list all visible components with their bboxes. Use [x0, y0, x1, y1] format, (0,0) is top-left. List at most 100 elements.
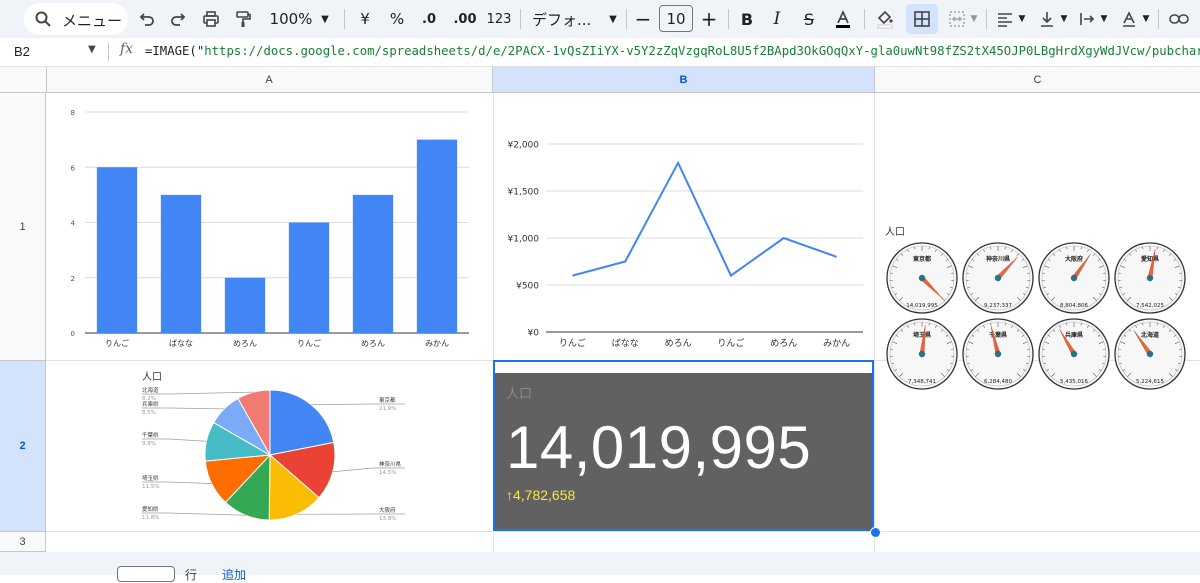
- x-tick-label: めろん: [361, 339, 385, 348]
- gauge-label: 神奈川県: [986, 255, 1010, 263]
- gauge-label: 兵庫県: [1065, 331, 1083, 339]
- gauge-label: 埼玉県: [913, 331, 931, 339]
- percent-label: %: [390, 10, 404, 28]
- font-size-input[interactable]: 10: [659, 5, 693, 32]
- undo-icon[interactable]: [132, 0, 162, 38]
- slice-percent: 9.8%: [142, 441, 156, 447]
- menu-label: メニュー: [62, 10, 122, 31]
- gauge-chart-title: 人口: [885, 223, 905, 238]
- bar-chart[interactable]: 02468りんごばななめろんりんごめろんみかん: [47, 94, 492, 359]
- fill-color-icon[interactable]: [872, 0, 898, 38]
- number-format-button[interactable]: 123: [484, 0, 514, 38]
- x-tick-label: ばなな: [612, 338, 639, 349]
- gauge-value: 8,804,806: [1060, 303, 1088, 309]
- row-label: 2: [19, 440, 25, 452]
- font-size-decrease-button[interactable]: −: [630, 0, 656, 38]
- text-wrap-icon[interactable]: [1076, 0, 1098, 38]
- column-header-b[interactable]: B: [493, 67, 875, 92]
- y-tick-label: 8: [71, 109, 75, 117]
- slice-label: 東京都: [379, 396, 396, 404]
- line-chart[interactable]: ¥0¥500¥1,000¥1,500¥2,000りんごばななめろんりんごめろんみ…: [494, 94, 873, 359]
- align-left-icon[interactable]: [994, 0, 1016, 38]
- selection-fill-handle[interactable]: [870, 527, 881, 538]
- bar: [161, 195, 201, 333]
- column-header-c[interactable]: C: [875, 67, 1200, 92]
- y-tick-label: ¥2,000: [508, 141, 540, 151]
- slice-label: 愛知県: [142, 505, 159, 513]
- font-family-value: デフォ...: [532, 9, 591, 30]
- redo-icon[interactable]: [163, 0, 193, 38]
- y-tick-label: ¥1,000: [508, 235, 540, 245]
- column-header-a[interactable]: A: [46, 67, 493, 92]
- bar: [97, 167, 137, 333]
- chevron-down-icon[interactable]: ▼: [1016, 0, 1028, 38]
- column-headers: A B C: [0, 67, 1200, 93]
- y-tick-label: 0: [71, 330, 75, 338]
- y-tick-label: 4: [71, 220, 76, 228]
- formula-bar: B2 ▼ fx =IMAGE("https://docs.google.com/…: [0, 38, 1200, 67]
- x-tick-label: めろん: [665, 338, 692, 349]
- paint-format-icon[interactable]: [228, 0, 258, 38]
- percent-format-button[interactable]: %: [384, 0, 410, 38]
- gauge-hub: [995, 275, 1001, 281]
- select-all-corner[interactable]: [0, 67, 47, 92]
- y-tick-label: ¥500: [516, 282, 539, 292]
- column-label: A: [265, 74, 272, 86]
- bold-icon[interactable]: B: [734, 0, 760, 38]
- gauge-hub: [995, 351, 1001, 357]
- menu-search-button[interactable]: メニュー: [24, 3, 128, 35]
- row-header-1[interactable]: 1: [0, 93, 46, 361]
- chevron-down-icon[interactable]: ▼: [318, 0, 332, 38]
- gauge-label: 愛知県: [1141, 255, 1159, 263]
- x-tick-label: ばなな: [169, 339, 193, 348]
- currency-format-button[interactable]: ¥: [352, 0, 378, 38]
- formula-url: https://docs.google.com/spreadsheets/d/e…: [204, 44, 1200, 58]
- leader-line: [142, 392, 253, 394]
- decimal-decrease-button[interactable]: .0: [414, 0, 444, 38]
- font-size-increase-button[interactable]: +: [696, 0, 722, 38]
- x-tick-label: りんご: [297, 338, 321, 348]
- currency-label: ¥: [360, 10, 370, 28]
- gauge-label: 千葉県: [989, 331, 1007, 339]
- y-tick-label: ¥0: [528, 329, 540, 339]
- row-header-2[interactable]: 2: [0, 361, 46, 532]
- slice-percent: 21.9%: [379, 406, 396, 412]
- x-tick-label: めろん: [770, 338, 797, 349]
- formula-prefix: =IMAGE(": [145, 44, 204, 58]
- text-rotation-icon[interactable]: [1118, 0, 1140, 38]
- slice-label: 兵庫県: [142, 400, 159, 408]
- x-tick-label: みかん: [823, 338, 850, 349]
- add-rows-input[interactable]: [117, 566, 175, 582]
- decimal-increase-button[interactable]: .00: [450, 0, 480, 38]
- vertical-align-icon[interactable]: [1036, 0, 1058, 38]
- gauge-chart[interactable]: 東京都14,019,995神奈川県9,237,337大阪府8,804,806愛知…: [880, 238, 1200, 398]
- chevron-down-icon[interactable]: ▼: [1140, 0, 1152, 38]
- chevron-down-icon[interactable]: ▼: [1058, 0, 1070, 38]
- gauge-hub: [1071, 275, 1077, 281]
- italic-icon[interactable]: I: [764, 0, 790, 38]
- chevron-down-icon[interactable]: ▼: [968, 0, 980, 38]
- gauge-hub: [919, 275, 925, 281]
- print-icon[interactable]: [196, 0, 226, 38]
- font-size-value: 10: [666, 10, 685, 28]
- borders-icon[interactable]: [906, 4, 938, 34]
- insert-link-icon[interactable]: [1166, 0, 1192, 38]
- row-header-3[interactable]: 3: [0, 532, 46, 552]
- text-color-icon[interactable]: [830, 0, 856, 38]
- zoom-select[interactable]: 100%: [266, 0, 316, 38]
- search-icon: [34, 10, 52, 32]
- leader-line: [142, 408, 224, 409]
- chevron-down-icon[interactable]: ▼: [606, 0, 620, 38]
- chevron-down-icon[interactable]: ▼: [1098, 0, 1110, 38]
- bar: [353, 195, 393, 333]
- gauge-hub: [919, 351, 925, 357]
- name-box[interactable]: B2: [14, 44, 30, 59]
- strikethrough-icon[interactable]: S: [796, 0, 822, 38]
- merge-cells-icon[interactable]: [944, 0, 970, 38]
- gauge-value: 7,348,741: [908, 379, 936, 385]
- gauge-value: 5,224,615: [1136, 379, 1164, 385]
- font-family-select[interactable]: デフォ...: [528, 0, 612, 38]
- formula-input[interactable]: =IMAGE("https://docs.google.com/spreadsh…: [145, 44, 1200, 58]
- chevron-down-icon[interactable]: ▼: [88, 44, 96, 55]
- pie-chart[interactable]: 人口東京都21.9%神奈川県14.5%大阪府13.8%北海道8.2%兵庫県8.5…: [47, 362, 492, 530]
